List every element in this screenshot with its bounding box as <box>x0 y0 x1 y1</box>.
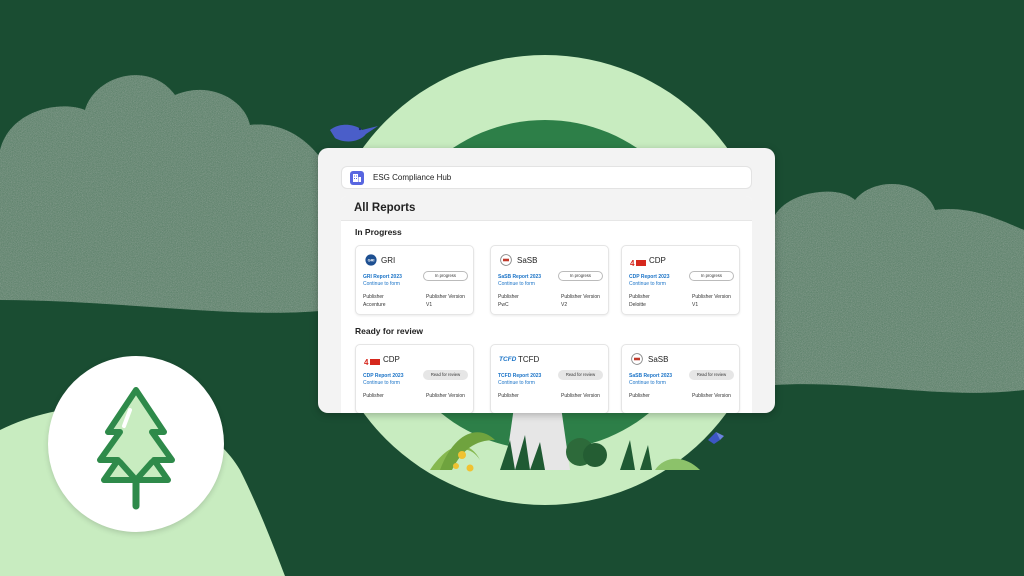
building-icon <box>350 170 364 185</box>
report-card-gri[interactable]: GRI GRI GRI Report 2023 Continue to form… <box>355 245 474 315</box>
publisher-version-label: Publisher Version <box>692 294 731 300</box>
app-header: ESG Compliance Hub <box>341 166 752 189</box>
report-card-sasb-review[interactable]: SaSB SaSB Report 2023 Continue to form R… <box>621 344 740 413</box>
continue-link[interactable]: Continue to form <box>629 380 666 386</box>
publisher-label: Publisher <box>629 393 650 399</box>
publisher-version-label: Publisher Version <box>692 393 731 399</box>
status-badge: Read for review <box>689 370 734 380</box>
report-card-tcfd[interactable]: TCFD TCFD TCFD Report 2023 Continue to f… <box>490 344 609 413</box>
publisher-label: Publisher <box>363 294 384 300</box>
publisher-version-value: V1 <box>692 302 699 308</box>
publisher-value: PwC <box>498 302 509 308</box>
status-badge: Read for review <box>558 370 603 380</box>
publisher-version-label: Publisher Version <box>561 393 600 399</box>
report-link[interactable]: CDP Report 2023 <box>629 274 669 280</box>
continue-link[interactable]: Continue to form <box>498 281 535 287</box>
publisher-value: Accenture <box>363 302 386 308</box>
publisher-version-label: Publisher Version <box>426 294 465 300</box>
continue-link[interactable]: Continue to form <box>498 380 535 386</box>
status-badge: In progress <box>423 271 468 281</box>
svg-text:GRI: GRI <box>368 259 375 263</box>
continue-link[interactable]: Continue to form <box>363 380 400 386</box>
status-badge: Read for review <box>423 370 468 380</box>
pine-tree-icon <box>97 387 175 510</box>
report-card-cdp[interactable]: 4 CDP CDP Report 2023 Continue to form I… <box>621 245 740 315</box>
svg-text:4: 4 <box>364 358 369 367</box>
cdp-logo-icon: 4 <box>364 358 380 367</box>
publisher-version-value: V2 <box>561 302 568 308</box>
svg-text:4: 4 <box>630 259 635 268</box>
tcfd-logo-icon: TCFD <box>499 356 517 363</box>
status-badge: In progress <box>558 271 603 281</box>
page-title: All Reports <box>354 202 416 214</box>
sasb-logo-icon <box>631 353 643 365</box>
cdp-logo-icon: 4 <box>630 259 646 268</box>
sasb-logo-icon <box>500 254 512 266</box>
card-name: CDP <box>383 355 400 364</box>
card-name: GRI <box>381 256 396 265</box>
status-badge: In progress <box>689 271 734 281</box>
app-title: ESG Compliance Hub <box>373 173 452 182</box>
publisher-label: Publisher <box>363 393 384 399</box>
report-link[interactable]: GRI Report 2023 <box>363 274 402 280</box>
report-link[interactable]: SaSB Report 2023 <box>629 373 672 379</box>
reports-panel: All Reports In Progress GRI GRI GRI Repo… <box>341 196 752 413</box>
continue-link[interactable]: Continue to form <box>629 281 666 287</box>
publisher-value: Deloitte <box>629 302 646 308</box>
card-name: SaSB <box>648 355 669 364</box>
publisher-version-value: V1 <box>426 302 433 308</box>
report-card-sasb[interactable]: SaSB SaSB Report 2023 Continue to form I… <box>490 245 609 315</box>
tree-badge <box>48 356 224 532</box>
app-window: ESG Compliance Hub All Reports In Progre… <box>318 148 775 413</box>
publisher-version-label: Publisher Version <box>561 294 600 300</box>
gri-logo-icon: GRI <box>365 254 377 266</box>
publisher-label: Publisher <box>498 393 519 399</box>
panel-header: All Reports <box>341 196 752 221</box>
section-title-ready-for-review: Ready for review <box>355 326 424 336</box>
card-name: CDP <box>649 256 666 265</box>
card-name: SaSB <box>517 256 538 265</box>
publisher-version-label: Publisher Version <box>426 393 465 399</box>
card-name: TCFD <box>518 355 540 364</box>
continue-link[interactable]: Continue to form <box>363 281 400 287</box>
report-link[interactable]: CDP Report 2023 <box>363 373 403 379</box>
right-cloud <box>775 183 1024 393</box>
report-card-cdp-review[interactable]: 4 CDP CDP Report 2023 Continue to form R… <box>355 344 474 413</box>
publisher-label: Publisher <box>629 294 650 300</box>
report-link[interactable]: SaSB Report 2023 <box>498 274 541 280</box>
publisher-label: Publisher <box>498 294 519 300</box>
report-link[interactable]: TCFD Report 2023 <box>498 373 541 379</box>
section-title-in-progress: In Progress <box>355 227 402 237</box>
